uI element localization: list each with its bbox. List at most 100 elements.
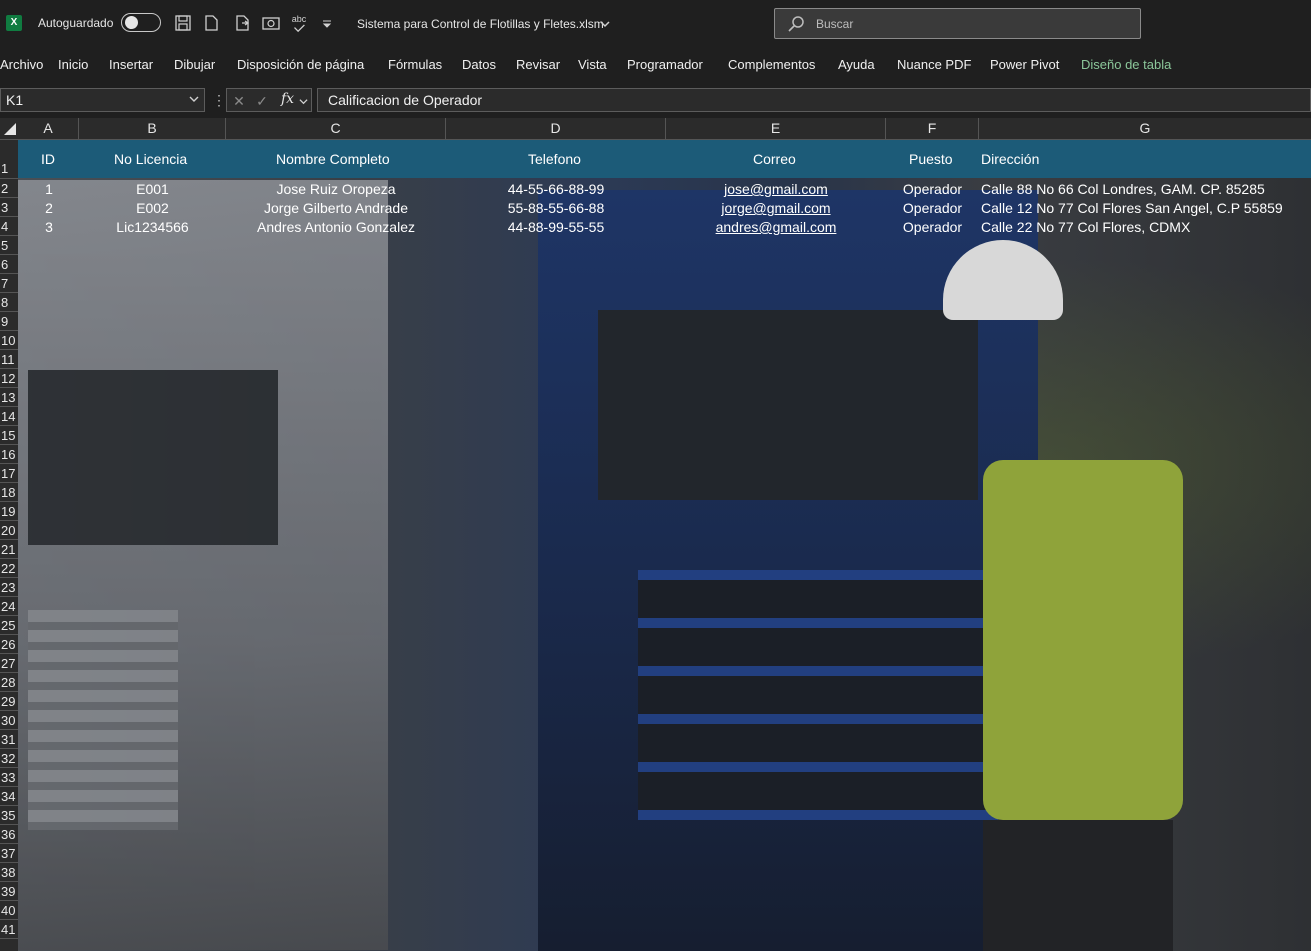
tab-programador[interactable]: Programador (627, 57, 703, 72)
header-nombre[interactable]: Nombre Completo (276, 140, 390, 178)
header-telefono[interactable]: Telefono (528, 140, 581, 178)
chevron-down-icon[interactable] (299, 97, 308, 106)
column-header-d[interactable]: D (446, 118, 666, 139)
new-file-icon[interactable] (202, 14, 220, 32)
autosave-toggle[interactable] (121, 13, 161, 32)
row-header[interactable]: 27 (0, 654, 18, 673)
row-header[interactable]: 37 (0, 844, 18, 863)
row-header[interactable]: 7 (0, 274, 18, 293)
cancel-icon[interactable]: ✕ (231, 93, 247, 109)
cell-puesto[interactable]: Operador (886, 199, 979, 218)
tab-disposicion[interactable]: Disposición de página (237, 57, 364, 72)
tab-complementos[interactable]: Complementos (728, 57, 815, 72)
cell-nombre[interactable]: Jorge Gilberto Andrade (226, 199, 446, 218)
tab-nuance-pdf[interactable]: Nuance PDF (897, 57, 971, 72)
tab-revisar[interactable]: Revisar (516, 57, 560, 72)
column-header-f[interactable]: F (886, 118, 979, 139)
row-header[interactable]: 28 (0, 673, 18, 692)
row-header[interactable]: 34 (0, 787, 18, 806)
cell-direccion[interactable]: Calle 22 No 77 Col Flores, CDMX (981, 218, 1190, 237)
tab-archivo[interactable]: Archivo (0, 57, 43, 72)
cell-puesto[interactable]: Operador (886, 218, 979, 237)
header-direccion[interactable]: Dirección (981, 140, 1039, 178)
row-header[interactable]: 21 (0, 540, 18, 559)
tab-ayuda[interactable]: Ayuda (838, 57, 875, 72)
row-header[interactable]: 23 (0, 578, 18, 597)
header-puesto[interactable]: Puesto (909, 140, 953, 178)
formula-input[interactable]: Calificacion de Operador (317, 88, 1311, 112)
tab-inicio[interactable]: Inicio (58, 57, 88, 72)
cell-nombre[interactable]: Jose Ruiz Oropeza (226, 180, 446, 199)
tab-insertar[interactable]: Insertar (109, 57, 153, 72)
column-header-e[interactable]: E (666, 118, 886, 139)
row-header[interactable]: 8 (0, 293, 18, 312)
tab-power-pivot[interactable]: Power Pivot (990, 57, 1059, 72)
row-header[interactable]: 16 (0, 445, 18, 464)
header-correo[interactable]: Correo (753, 140, 796, 178)
customize-toolbar-icon[interactable] (318, 14, 336, 32)
row-header[interactable]: 29 (0, 692, 18, 711)
tab-formulas[interactable]: Fórmulas (388, 57, 442, 72)
cell-licencia[interactable]: E002 (79, 199, 226, 218)
cell-telefono[interactable]: 44-88-99-55-55 (446, 218, 666, 237)
name-box[interactable]: K1 (0, 88, 205, 112)
cell-telefono[interactable]: 44-55-66-88-99 (446, 180, 666, 199)
cell-licencia[interactable]: E001 (79, 180, 226, 199)
cell-puesto[interactable]: Operador (886, 180, 979, 199)
row-header[interactable]: 24 (0, 597, 18, 616)
row-header[interactable]: 40 (0, 901, 18, 920)
row-header[interactable]: 35 (0, 806, 18, 825)
row-header[interactable]: 17 (0, 464, 18, 483)
row-header[interactable]: 26 (0, 635, 18, 654)
row-header[interactable]: 14 (0, 407, 18, 426)
row-header[interactable]: 9 (0, 312, 18, 331)
column-header-b[interactable]: B (79, 118, 226, 139)
insert-function-button[interactable]: fx (281, 91, 294, 107)
column-header-a[interactable]: A (18, 118, 79, 139)
row-header[interactable]: 2 (0, 179, 18, 198)
row-header[interactable]: 30 (0, 711, 18, 730)
select-all-corner[interactable] (0, 118, 18, 139)
row-header[interactable]: 25 (0, 616, 18, 635)
row-header[interactable]: 39 (0, 882, 18, 901)
row-header[interactable]: 33 (0, 768, 18, 787)
save-icon[interactable] (174, 14, 192, 32)
row-header[interactable]: 5 (0, 236, 18, 255)
chevron-down-icon[interactable] (600, 19, 610, 29)
header-id[interactable]: ID (41, 140, 55, 178)
cell-id[interactable]: 3 (30, 218, 68, 237)
row-header[interactable]: 11 (0, 350, 18, 369)
row-header[interactable]: 19 (0, 502, 18, 521)
row-header[interactable]: 12 (0, 369, 18, 388)
tab-vista[interactable]: Vista (578, 57, 607, 72)
search-box[interactable]: Buscar (774, 8, 1141, 39)
row-header[interactable]: 1 (0, 140, 18, 179)
cell-correo-link[interactable]: jose@gmail.com (666, 180, 886, 199)
tab-diseno-tabla[interactable]: Diseño de tabla (1081, 57, 1171, 72)
row-header[interactable]: 10 (0, 331, 18, 350)
chevron-down-icon[interactable] (188, 93, 200, 105)
row-header[interactable]: 13 (0, 388, 18, 407)
cell-correo-link[interactable]: andres@gmail.com (666, 218, 886, 237)
row-header[interactable]: 36 (0, 825, 18, 844)
row-header[interactable]: 32 (0, 749, 18, 768)
row-header[interactable]: 20 (0, 521, 18, 540)
image-icon[interactable] (262, 14, 280, 32)
column-header-c[interactable]: C (226, 118, 446, 139)
document-title[interactable]: Sistema para Control de Flotillas y Flet… (357, 17, 604, 31)
enter-icon[interactable]: ✓ (254, 93, 270, 109)
row-header[interactable]: 22 (0, 559, 18, 578)
worksheet[interactable]: ID No Licencia Nombre Completo Telefono … (18, 140, 1311, 951)
tab-datos[interactable]: Datos (462, 57, 496, 72)
row-header[interactable]: 41 (0, 920, 18, 939)
cell-id[interactable]: 2 (30, 199, 68, 218)
row-header[interactable]: 6 (0, 255, 18, 274)
row-header[interactable]: 4 (0, 217, 18, 236)
cell-nombre[interactable]: Andres Antonio Gonzalez (226, 218, 446, 237)
row-header[interactable]: 15 (0, 426, 18, 445)
spellcheck-icon[interactable]: abc (290, 14, 308, 33)
row-header[interactable]: 38 (0, 863, 18, 882)
cell-telefono[interactable]: 55-88-55-66-88 (446, 199, 666, 218)
cell-direccion[interactable]: Calle 88 No 66 Col Londres, GAM. CP. 852… (981, 180, 1265, 199)
cell-direccion[interactable]: Calle 12 No 77 Col Flores San Angel, C.P… (981, 199, 1283, 218)
